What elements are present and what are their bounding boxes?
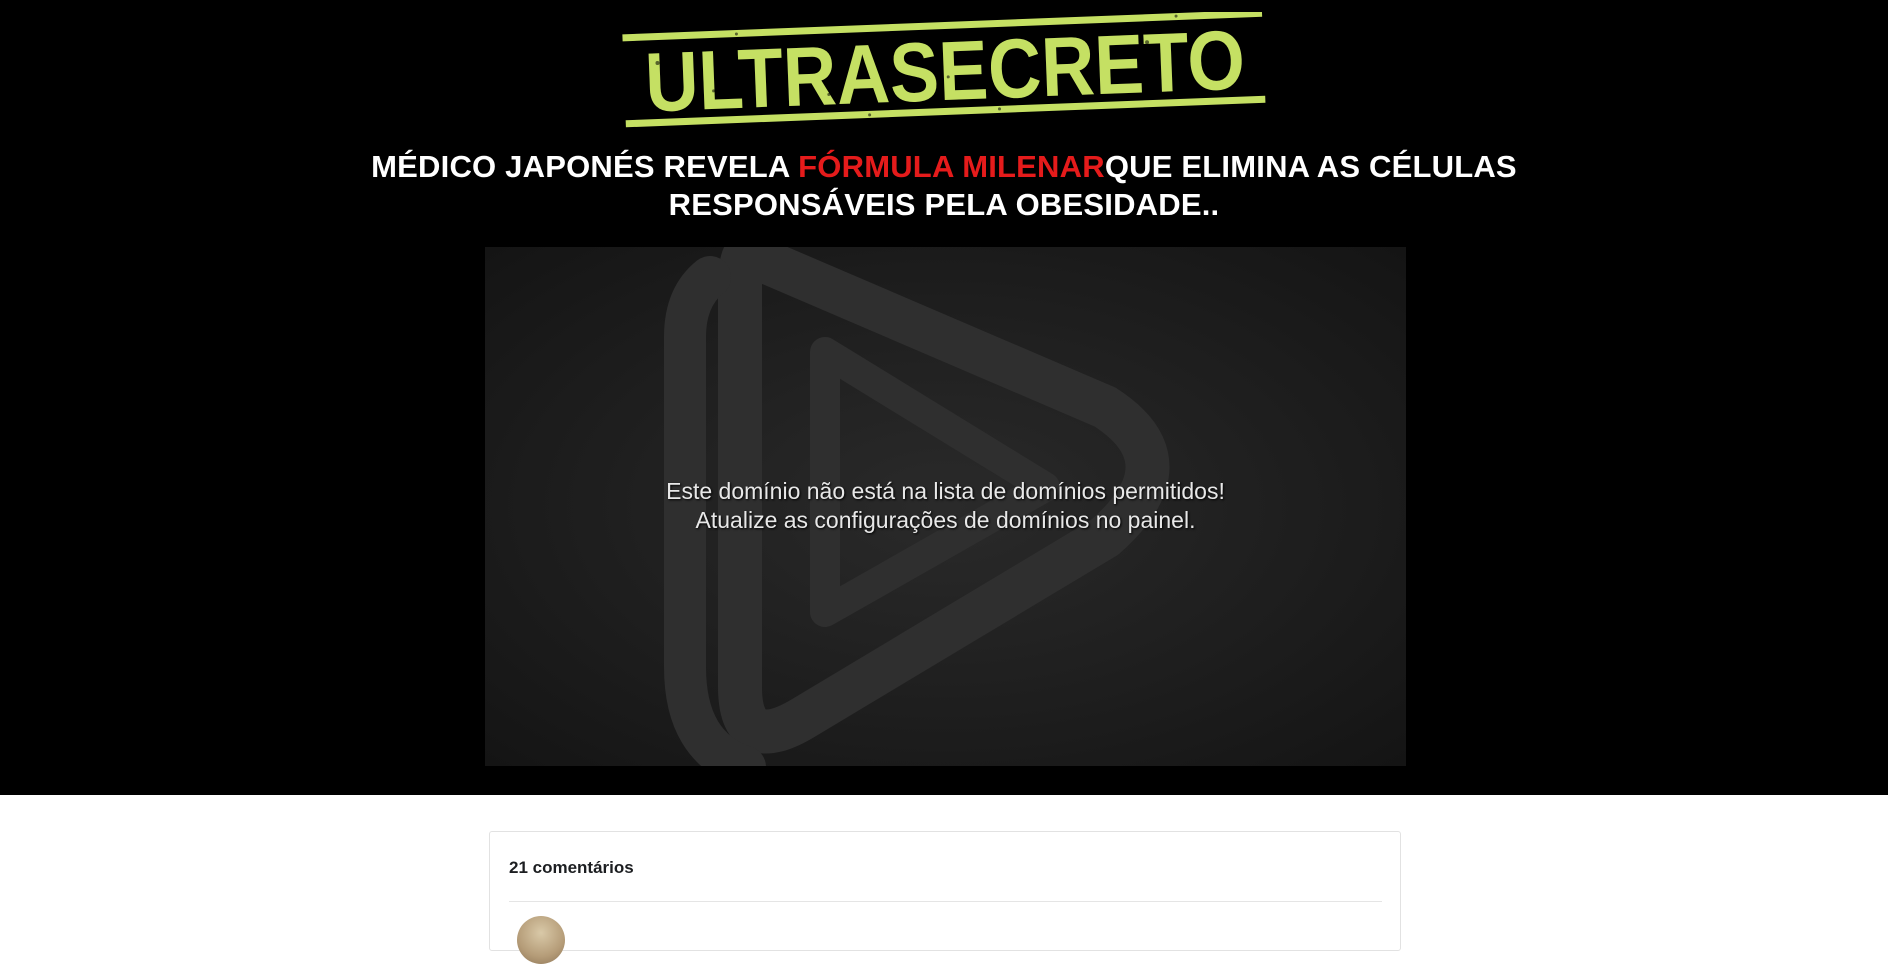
headline-highlight: FÓRMULA MILENAR [798,149,1105,184]
logo: ULTRASECRETO [622,12,1266,130]
headline-part1: MÉDICO JAPONÉS REVELA [371,149,799,184]
hero-section: ULTRASECRETO MÉDICO JAPONÉS REVELA FÓRMU… [0,0,1888,795]
video-error-line2: Atualize as configurações de domínios no… [695,507,1196,533]
video-error-message: Este domínio não está na lista de domíni… [485,477,1406,535]
avatar[interactable] [517,916,565,964]
comments-box: 21 comentários [489,831,1401,964]
logo-text: ULTRASECRETO [643,13,1246,130]
video-player[interactable]: Este domínio não está na lista de domíni… [485,247,1406,766]
video-error-line1: Este domínio não está na lista de domíni… [666,478,1225,504]
headline: MÉDICO JAPONÉS REVELA FÓRMULA MILENARQUE… [340,148,1548,224]
comments-count: 21 comentários [509,858,634,877]
comments-divider [509,901,1382,902]
